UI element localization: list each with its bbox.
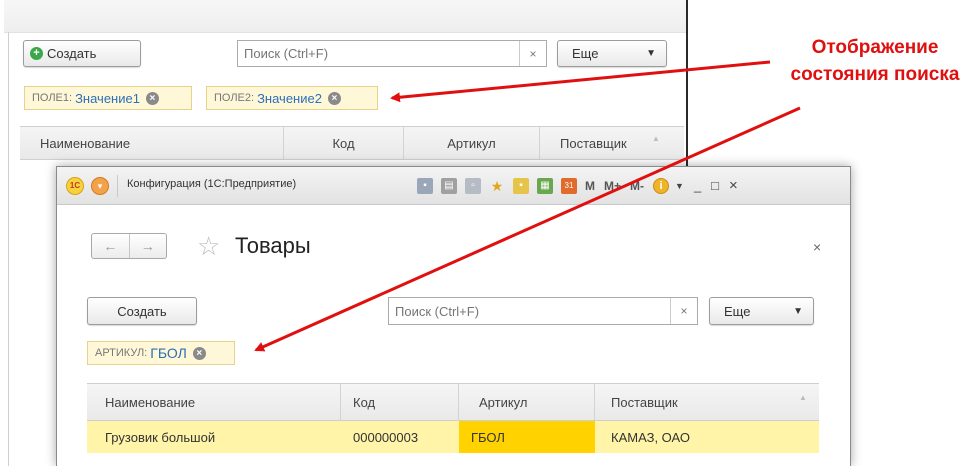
calculator-icon[interactable]: ▦ (537, 177, 553, 194)
scroll-up-icon[interactable]: ▲ (799, 393, 807, 402)
column-header-supplier[interactable]: Поставщик (540, 127, 684, 159)
page-title: Товары (235, 233, 311, 258)
back-window-border (8, 32, 9, 466)
chevron-down-icon: ▼ (793, 305, 803, 317)
column-header-code[interactable]: Код (341, 384, 459, 420)
filter-value: Значение2 (257, 90, 322, 106)
app-logo-icon: 1С (66, 177, 84, 195)
save-icon[interactable]: ▪ (417, 177, 433, 194)
table-row[interactable]: Грузовик большой 000000003 ГБОЛ КАМАЗ, О… (87, 421, 819, 453)
info-icon[interactable]: i (653, 177, 670, 194)
remove-filter-icon[interactable]: × (145, 91, 159, 105)
cell-code: 000000003 (353, 429, 419, 445)
title-toolbar: ▪ ▤ ▫ ★ ▪ ▦ 31 M M+ M- i ▼ _ □ × (417, 177, 748, 194)
more-label: Еще (724, 303, 751, 319)
column-header-article[interactable]: Артикул (459, 384, 595, 420)
column-header-article[interactable]: Артикул (404, 127, 540, 159)
back-more-label: Еще (572, 46, 599, 61)
create-button[interactable]: Создать (87, 297, 197, 325)
search-field[interactable]: × (388, 297, 698, 325)
window-title: Конфигурация (1С:Предприятие) (127, 178, 297, 190)
main-menu-icon[interactable]: ▾ (91, 177, 109, 195)
title-bar: 1С ▾ Конфигурация (1С:Предприятие) ▪ ▤ ▫… (57, 167, 850, 205)
more-button[interactable]: Еще ▼ (709, 297, 814, 325)
column-header-name[interactable]: Наименование (87, 384, 341, 420)
back-search-clear-icon[interactable]: × (519, 41, 546, 66)
cell-supplier: КАМАЗ, ОАО (611, 429, 690, 445)
back-filter-chip-2[interactable]: поле2: Значение2 × (206, 86, 378, 110)
annotation-callout: Отображение состояния поиска (770, 34, 980, 88)
back-more-button[interactable]: Еще ▼ (557, 40, 667, 67)
back-search-input[interactable] (238, 41, 519, 66)
back-arrow-icon[interactable]: ← (92, 234, 129, 258)
maximize-button[interactable]: □ (711, 178, 719, 193)
table-header: Наименование Код Артикул Поставщик (87, 383, 819, 421)
column-header-code[interactable]: Код (284, 127, 404, 159)
filter-value: Значение1 (75, 90, 140, 106)
front-window: 1С ▾ Конфигурация (1С:Предприятие) ▪ ▤ ▫… (56, 166, 851, 466)
annotation-line-2: состояния поиска (790, 64, 960, 85)
star-icon[interactable]: ☆ (197, 231, 220, 261)
back-create-button[interactable]: + Создать (23, 40, 141, 67)
cell-article: ГБОЛ (459, 421, 595, 453)
create-label: Создать (117, 303, 167, 319)
close-window-button[interactable]: × (729, 177, 738, 194)
divider (117, 175, 118, 197)
remove-filter-icon[interactable]: × (327, 91, 341, 105)
search-clear-icon[interactable]: × (670, 298, 697, 324)
memory-plus-button[interactable]: M+ (604, 179, 621, 193)
forward-arrow-icon[interactable]: → (128, 234, 167, 258)
bookmark-icon[interactable]: ▪ (513, 177, 529, 194)
print-icon[interactable]: ▤ (441, 177, 457, 194)
chevron-down-icon[interactable]: ▼ (675, 181, 684, 191)
scroll-up-icon[interactable]: ▲ (652, 134, 660, 143)
annotation-line-1: Отображение (811, 37, 939, 58)
filter-field-label: поле1: (32, 92, 73, 104)
back-create-label: Создать (47, 46, 97, 61)
back-window-top-strip (4, 0, 686, 33)
memory-minus-button[interactable]: M- (630, 179, 644, 193)
column-header-supplier[interactable]: Поставщик (595, 384, 819, 420)
filter-chip-article[interactable]: артикул: ГБОЛ × (87, 341, 235, 365)
remove-filter-icon[interactable]: × (192, 346, 206, 360)
close-form-icon[interactable]: × (813, 239, 821, 255)
favorites-icon[interactable]: ★ (489, 178, 505, 194)
back-filter-chip-1[interactable]: поле1: Значение1 × (24, 86, 192, 110)
filter-value: ГБОЛ (150, 345, 187, 361)
back-search-field[interactable]: × (237, 40, 547, 67)
chevron-down-icon: ▼ (646, 48, 656, 59)
memory-button[interactable]: M (585, 179, 595, 193)
plus-icon: + (30, 47, 43, 60)
minimize-button[interactable]: _ (694, 178, 701, 193)
navigation-buttons: ← → (91, 233, 167, 259)
back-table-header: Наименование Код Артикул Поставщик (20, 126, 684, 160)
filter-field-label: поле2: (214, 92, 255, 104)
cell-name: Грузовик большой (105, 429, 216, 445)
filter-field-label: артикул: (95, 347, 148, 359)
calendar-icon[interactable]: 31 (561, 177, 577, 194)
search-input[interactable] (389, 298, 670, 324)
preview-icon[interactable]: ▫ (465, 177, 481, 194)
column-header-name[interactable]: Наименование (20, 127, 284, 159)
